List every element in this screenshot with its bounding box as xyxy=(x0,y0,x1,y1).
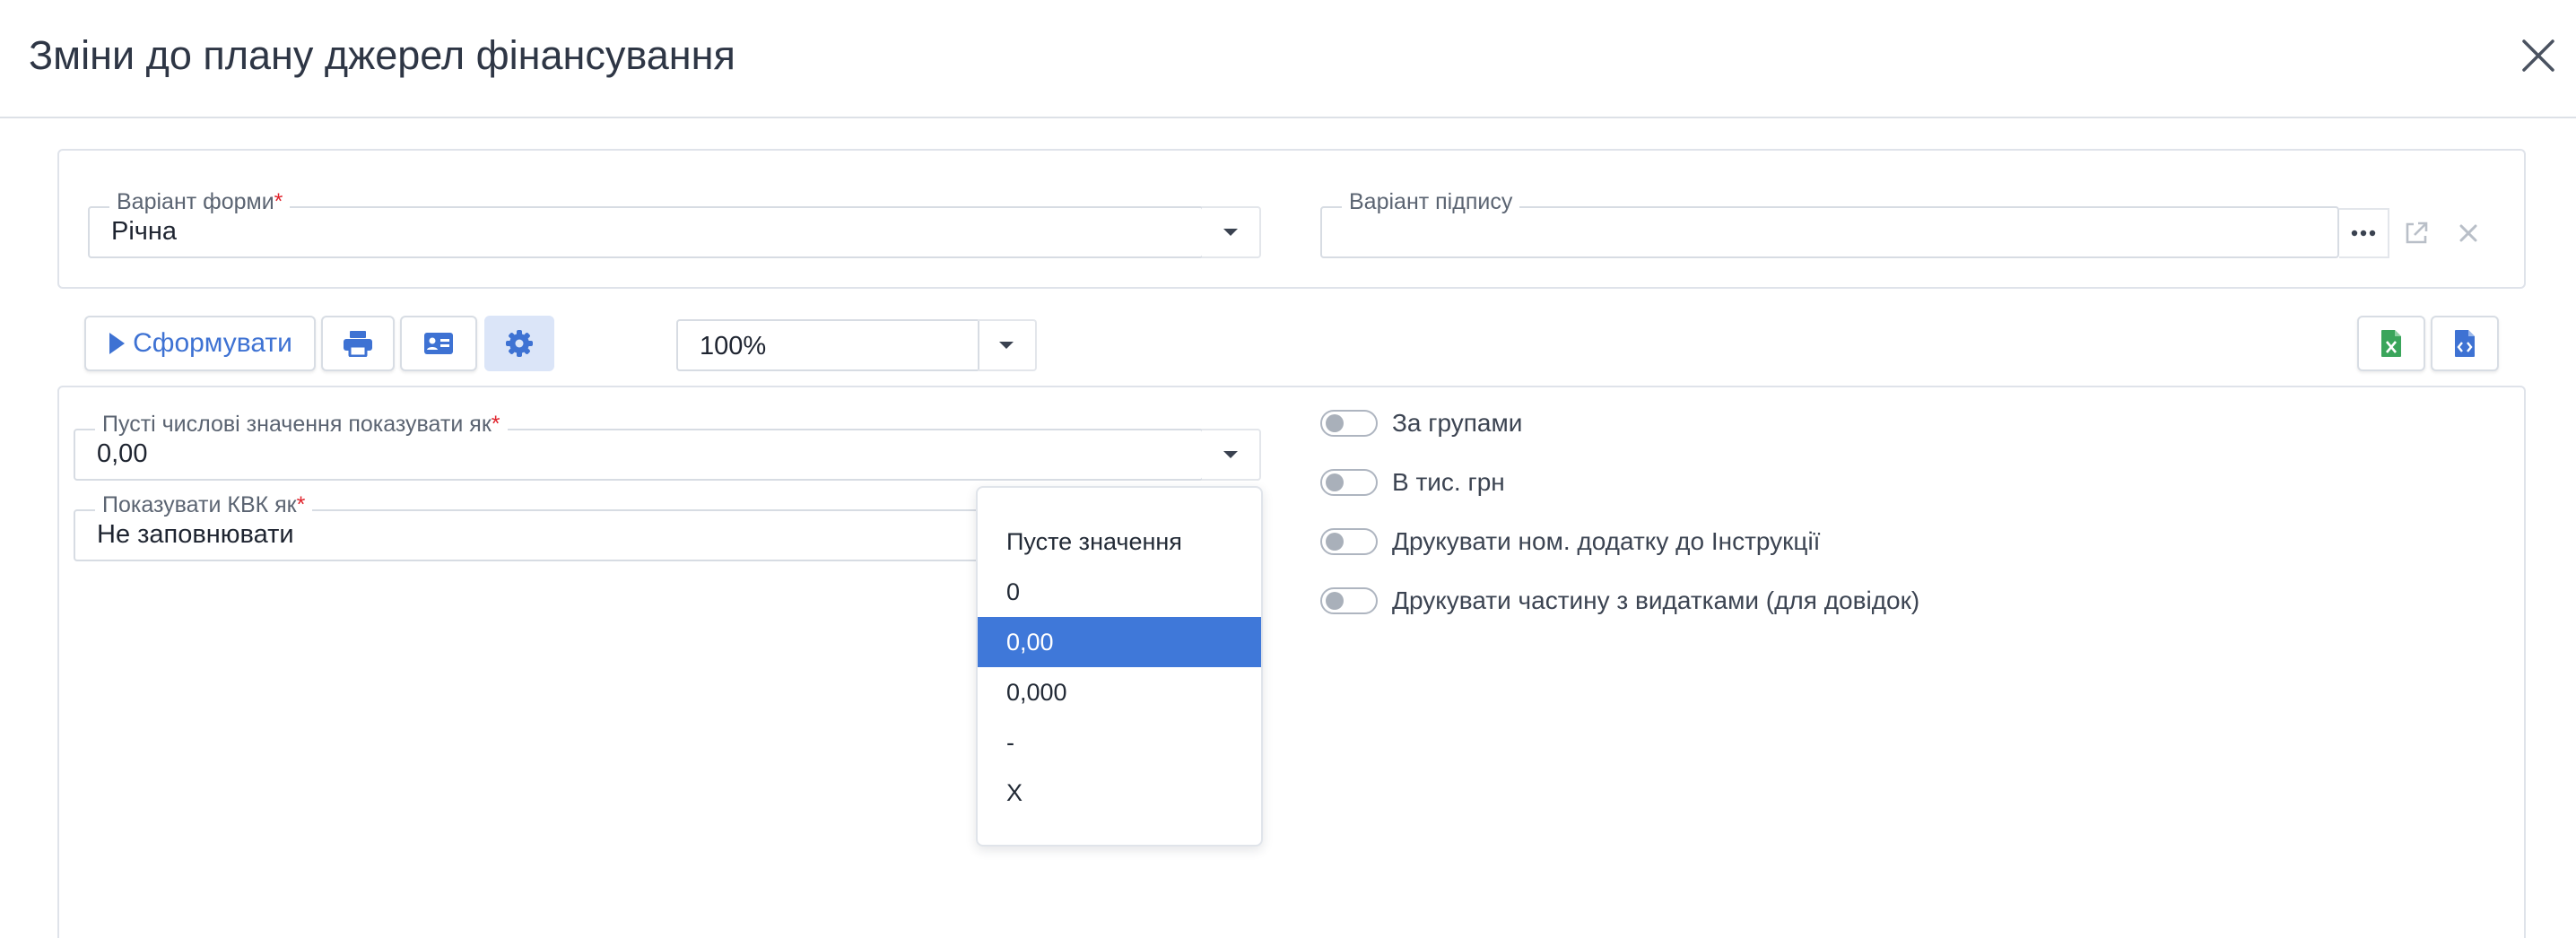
form-variant-label: Варіант форми* xyxy=(109,189,291,215)
clear-icon xyxy=(2459,224,2477,242)
ellipsis-icon xyxy=(2351,230,2376,237)
empty-numbers-label: Пусті числові значення показувати як* xyxy=(95,412,508,438)
signature-clear-button[interactable] xyxy=(2443,208,2493,258)
play-icon xyxy=(109,333,126,354)
chevron-down-icon xyxy=(1223,451,1238,458)
signature-more-button[interactable] xyxy=(2339,208,2389,258)
dropdown-option[interactable]: Пусте значення xyxy=(978,517,1261,567)
toggle-print-expenses-part[interactable]: Друкувати частину з видатками (для довід… xyxy=(1320,583,1919,619)
toggle-knob xyxy=(1326,592,1344,610)
generate-button-label: Сформувати xyxy=(133,328,292,358)
export-code-button[interactable] xyxy=(2431,316,2499,371)
signature-variant-field[interactable]: Варіант підпису xyxy=(1320,189,2495,260)
kvk-value: Не заповнювати xyxy=(97,520,294,549)
empty-numbers-dropdown-button[interactable] xyxy=(1202,429,1261,481)
dropdown-option[interactable]: X xyxy=(978,768,1261,818)
kvk-label: Показувати КВК як* xyxy=(95,492,313,518)
toggle-switch[interactable] xyxy=(1320,469,1378,496)
toggle-knob xyxy=(1326,473,1344,491)
dropdown-option[interactable]: 0 xyxy=(978,567,1261,617)
dialog-header: Зміни до плану джерел фінансування xyxy=(0,0,2576,118)
gear-icon xyxy=(506,330,533,357)
toggle-knob xyxy=(1326,414,1344,432)
settings-button[interactable] xyxy=(484,316,554,371)
external-link-icon xyxy=(2406,221,2428,244)
toggle-by-groups[interactable]: За групами xyxy=(1320,405,1522,441)
dialog-title: Зміни до плану джерел фінансування xyxy=(29,32,735,78)
zoom-dropdown-button[interactable] xyxy=(978,319,1037,371)
toggle-print-appendix-number[interactable]: Друкувати ном. додатку до Інструкції xyxy=(1320,524,1820,560)
empty-numbers-value: 0,00 xyxy=(97,439,148,468)
dropdown-option[interactable]: 0,000 xyxy=(978,667,1261,717)
toggle-thousands-uah[interactable]: В тис. грн xyxy=(1320,465,1505,500)
chevron-down-icon xyxy=(999,342,1014,349)
signature-open-button[interactable] xyxy=(2391,208,2441,258)
toggle-switch[interactable] xyxy=(1320,528,1378,555)
toggle-label: Друкувати ном. додатку до Інструкції xyxy=(1392,527,1821,555)
signature-variant-label: Варіант підпису xyxy=(1342,189,1520,215)
close-button[interactable] xyxy=(2519,36,2558,75)
toggle-knob xyxy=(1326,533,1344,551)
export-excel-button[interactable] xyxy=(2357,316,2425,371)
toggle-label: За групами xyxy=(1392,409,1523,437)
form-variant-value: Річна xyxy=(111,217,178,246)
zoom-select[interactable]: 100% xyxy=(676,319,979,371)
id-card-button[interactable] xyxy=(400,316,477,371)
dropdown-option[interactable]: - xyxy=(978,717,1261,768)
empty-numbers-options-list: Пусте значення 0 0,00 0,000 - X xyxy=(976,486,1263,847)
toggle-label: В тис. грн xyxy=(1392,468,1505,496)
generate-button[interactable]: Сформувати xyxy=(84,316,316,371)
form-variant-field[interactable]: Варіант форми* Річна xyxy=(88,189,1263,260)
print-button[interactable] xyxy=(321,316,395,371)
code-file-icon xyxy=(2455,330,2475,357)
zoom-value: 100% xyxy=(700,332,767,360)
form-variant-dropdown-button[interactable] xyxy=(1202,206,1261,258)
dropdown-option-selected[interactable]: 0,00 xyxy=(978,617,1261,667)
toggle-switch[interactable] xyxy=(1320,410,1378,437)
excel-file-icon xyxy=(2381,330,2401,357)
id-card-icon xyxy=(424,333,453,354)
empty-numbers-field[interactable]: Пусті числові значення показувати як* 0,… xyxy=(74,412,1263,482)
chevron-down-icon xyxy=(1223,229,1238,236)
toggle-label: Друкувати частину з видатками (для довід… xyxy=(1392,586,1920,614)
toggle-switch[interactable] xyxy=(1320,587,1378,614)
printer-icon xyxy=(344,331,372,357)
close-icon xyxy=(2522,39,2554,72)
